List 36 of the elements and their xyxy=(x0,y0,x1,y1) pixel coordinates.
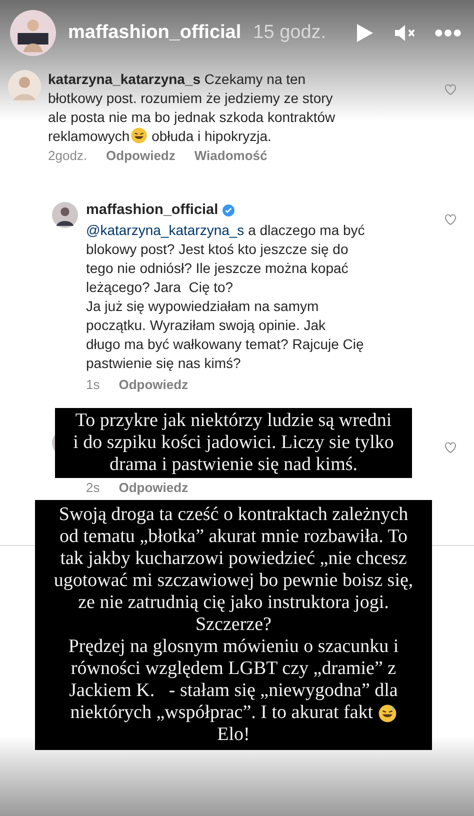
caption-text: ze nie zatrudnią cię jako instruktora jogi. xyxy=(78,592,389,614)
caption-text: niektórych „współprac”. I to akurat fakt xyxy=(70,702,374,724)
message-link[interactable]: Wiadomość xyxy=(194,146,268,166)
mention-link[interactable]: @katarzyna_katarzyna_s xyxy=(86,222,244,238)
reply-link[interactable]: Odpowiedz xyxy=(118,375,188,395)
reply-link[interactable]: Odpowiedz xyxy=(118,478,188,498)
avatar xyxy=(8,70,41,103)
heart-icon xyxy=(443,82,458,97)
more-icon xyxy=(434,28,462,38)
reply-link[interactable]: Odpowiedz xyxy=(106,146,176,166)
timestamp: 2s xyxy=(86,478,100,497)
avatar xyxy=(52,202,78,228)
timestamp: 1s xyxy=(86,376,100,394)
heart-icon xyxy=(443,440,458,455)
caption-text: drama i pastwienie się nad kimś. xyxy=(110,454,358,476)
caption-text: Elo! xyxy=(217,724,250,746)
heart-icon xyxy=(443,212,458,226)
username[interactable]: maffashion_official xyxy=(68,18,242,48)
caption-text: To przykre jak niektórzy ludzie są wredni xyxy=(75,410,392,432)
caption-text: Jackiem K. - stałam się „niewygodna” dla xyxy=(69,680,398,702)
caption-text: i do szpiku kości jadowici. Liczy sie tylko xyxy=(73,432,394,454)
caption-text: Swoją droga ta cześć o kontraktach zależnych xyxy=(58,504,408,526)
caption-text: od tematu „błotka” akurat mnie rozbawiła. To xyxy=(59,526,408,548)
timestamp: 2godz. xyxy=(48,147,88,165)
caption-text: Szczerze? xyxy=(196,614,272,636)
caption-text: ugotować mi szczawiowej bo pewnie boisz się, xyxy=(54,570,414,592)
comment-text: @katarzyna_katarzyna_s a dlaczego ma być blokowy post? Jest ktoś kto jeszcze się do tego nie odniósł? Ile jeszcze można kopać leżącego? Jara Cię to? Ja już się wypowiedziałam na samym początku. Wyraziłam swoją opinie. Jak długo ma być wałkowany temat? Rajcuje Cię pastwienie się nas kimś? xyxy=(86,221,366,374)
emoji-icon xyxy=(378,704,397,722)
caption-text: Prędzej na glosnym mówieniu o szacunku i xyxy=(68,636,399,658)
username[interactable]: maffashion_official xyxy=(86,200,218,222)
comment-text: katarzyna_katarzyna_s Czekamy na ten błotkowy post. rozumiem że jedziemy ze story ale posta nie ma bo jednak szkoda kontraktów reklamowych obłuda i hipokryzja. xyxy=(48,70,336,146)
avatar xyxy=(10,10,56,56)
caption-text: równości względem LGBT czy „dramie” z xyxy=(70,658,396,680)
caption-text: tak jakby kucharzowi powiedzieć „nie chcesz xyxy=(60,548,407,570)
emoji-icon xyxy=(130,127,148,144)
timestamp: 15 godz. xyxy=(253,20,326,45)
